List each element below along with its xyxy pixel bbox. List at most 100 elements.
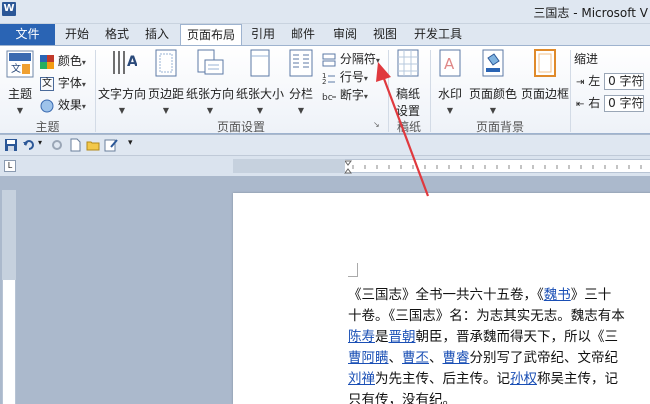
ruler-margin-left — [233, 159, 345, 173]
themes-icon: 文 — [6, 50, 34, 78]
paint-bucket-icon — [482, 49, 504, 77]
save-icon[interactable] — [4, 138, 18, 152]
document-line: 只有传，没有纪。 — [348, 390, 650, 404]
indent-right-icon: ⇤ — [576, 99, 585, 110]
svg-text:文: 文 — [11, 62, 21, 75]
text-run: 是 — [375, 329, 389, 345]
tab-review[interactable]: 审阅 — [328, 24, 362, 45]
svg-text:bc: bc — [322, 93, 333, 103]
effects-icon — [40, 99, 54, 112]
indent-title: 缩进 — [574, 52, 599, 66]
indent-left-input[interactable]: 0 字符 — [604, 73, 645, 90]
open-folder-icon[interactable] — [86, 138, 100, 152]
text-direction-button[interactable]: A 文字方向 ▼ — [98, 48, 146, 116]
hyperlink[interactable]: 曹睿 — [443, 350, 470, 366]
text-run: 称吴主传，记 — [537, 371, 618, 387]
document-page[interactable]: 《三国志》全书一共六十五卷，《魏书》三十十卷。《三国志》名：为志其实无志。魏志有… — [233, 193, 650, 404]
theme-colors-button[interactable]: 颜色▾ — [40, 52, 86, 70]
hyphenation-icon: bc — [322, 93, 336, 103]
theme-effects-button[interactable]: 效果▾ — [40, 96, 86, 114]
group-label-page-setup: 页面设置 — [216, 120, 265, 134]
hyperlink[interactable]: 曹阿瞒 — [348, 350, 389, 366]
indent-right-row: ⇤ 右 0 字符 — [576, 94, 645, 112]
tab-mailings[interactable]: 邮件 — [286, 24, 320, 45]
undo-dropdown-icon[interactable]: ▾ — [38, 138, 42, 147]
hyperlink[interactable]: 孙权 — [510, 371, 537, 387]
columns-button[interactable]: 分栏 ▼ — [286, 48, 316, 116]
breaks-icon — [322, 53, 336, 66]
line-numbers-label: 行号 — [339, 70, 364, 84]
edit-document-icon[interactable] — [104, 138, 118, 152]
manuscript-label-2: 设置 — [395, 104, 420, 118]
columns-label: 分栏 — [288, 87, 313, 101]
hyperlink[interactable]: 曹丕 — [402, 350, 429, 366]
hyperlink[interactable]: 魏书 — [544, 287, 571, 303]
text-run: 十卷。《三国志》名：为志其实无志。魏志有本 — [348, 308, 625, 324]
fonts-icon: 文 — [40, 76, 54, 91]
orientation-icon — [197, 49, 224, 75]
tab-home[interactable]: 开始 — [60, 24, 94, 45]
customize-toolbar-icon[interactable]: ▾ — [128, 138, 133, 148]
tab-format[interactable]: 格式 — [100, 24, 134, 45]
document-line: 十卷。《三国志》名：为志其实无志。魏志有本 — [348, 306, 650, 327]
breaks-button[interactable]: 分隔符▾ — [322, 50, 380, 68]
indent-left-icon: ⇥ — [576, 77, 585, 88]
group-separator — [570, 50, 571, 132]
text-run: 、 — [429, 350, 443, 366]
tab-references[interactable]: 引用 — [246, 24, 280, 45]
document-body[interactable]: 《三国志》全书一共六十五卷，《魏书》三十十卷。《三国志》名：为志其实无志。魏志有… — [348, 285, 650, 404]
manuscript-settings-button[interactable]: 稿纸 设置 — [392, 48, 424, 119]
line-numbers-button[interactable]: 12 行号▾ — [322, 68, 368, 86]
text-run: 》三十 — [570, 287, 612, 303]
watermark-button[interactable]: A 水印 ▼ — [434, 48, 466, 116]
hyperlink[interactable]: 刘禅 — [348, 371, 375, 387]
indent-right-input[interactable]: 0 字符 — [604, 95, 645, 112]
tab-view[interactable]: 视图 — [368, 24, 402, 45]
document-line: 曹阿瞒、曹丕、曹睿分别写了武帝纪、文帝纪 — [348, 348, 650, 369]
margins-icon — [155, 49, 177, 77]
themes-button[interactable]: 文 主题 ▼ — [4, 50, 36, 116]
margin-corner-mark — [348, 263, 358, 277]
page-color-label: 页面颜色 — [468, 87, 517, 101]
group-label-theme: 主题 — [35, 120, 60, 134]
svg-text:A: A — [444, 55, 455, 73]
text-run: 朝臣，晋承魏而得天下，所以《三 — [415, 329, 619, 345]
redo-icon[interactable] — [50, 138, 64, 152]
manuscript-paper-icon — [397, 49, 419, 77]
hyphenation-button[interactable]: bc 断字▾ — [322, 86, 368, 104]
hyperlink[interactable]: 陈寿 — [348, 329, 375, 345]
new-document-icon[interactable] — [68, 138, 82, 152]
watermark-icon: A — [439, 49, 461, 77]
theme-effects-label: 效果 — [57, 98, 82, 112]
svg-text:A: A — [127, 54, 137, 70]
margins-label: 页边距 — [148, 87, 185, 101]
title-bar: W 三国志 - Microsoft V — [0, 0, 650, 24]
undo-icon[interactable] — [22, 138, 36, 152]
size-button[interactable]: 纸张大小 ▼ — [236, 48, 284, 116]
text-run: 只有传，没有纪。 — [348, 392, 456, 404]
themes-label: 主题 — [7, 87, 32, 101]
page-color-button[interactable]: 页面颜色 ▼ — [468, 48, 518, 116]
columns-icon — [289, 49, 313, 77]
theme-fonts-button[interactable]: 文 字体▾ — [40, 74, 86, 92]
tab-developer[interactable]: 开发工具 — [410, 24, 466, 45]
manuscript-label-1: 稿纸 — [395, 87, 420, 101]
page-borders-button[interactable]: 页面边框 — [520, 48, 570, 102]
text-run: 为先主传、后主传。记 — [375, 371, 510, 387]
orientation-label: 纸张方向 — [186, 87, 235, 101]
orientation-button[interactable]: 纸张方向 ▼ — [186, 48, 234, 116]
tab-page-layout[interactable]: 页面布局 — [180, 24, 242, 46]
indent-left-row: ⇥ 左 0 字符 — [576, 72, 645, 90]
page-setup-launcher-icon[interactable]: ↘ — [373, 116, 380, 134]
tab-file[interactable]: 文件 — [0, 24, 55, 45]
ribbon-tabs: 文件 开始 格式 插入 页面布局 引用 邮件 审阅 视图 开发工具 — [0, 24, 650, 46]
document-line: 《三国志》全书一共六十五卷，《魏书》三十 — [348, 285, 650, 306]
tab-selector-icon[interactable]: L — [4, 160, 16, 172]
page-size-icon — [250, 49, 270, 77]
tab-insert[interactable]: 插入 — [140, 24, 174, 45]
text-run: 分别写了武帝纪、文帝纪 — [469, 350, 619, 366]
breaks-label: 分隔符 — [339, 52, 376, 66]
hyperlink[interactable]: 晋朝 — [389, 329, 416, 345]
size-label: 纸张大小 — [236, 87, 285, 101]
margins-button[interactable]: 页边距 ▼ — [148, 48, 184, 116]
